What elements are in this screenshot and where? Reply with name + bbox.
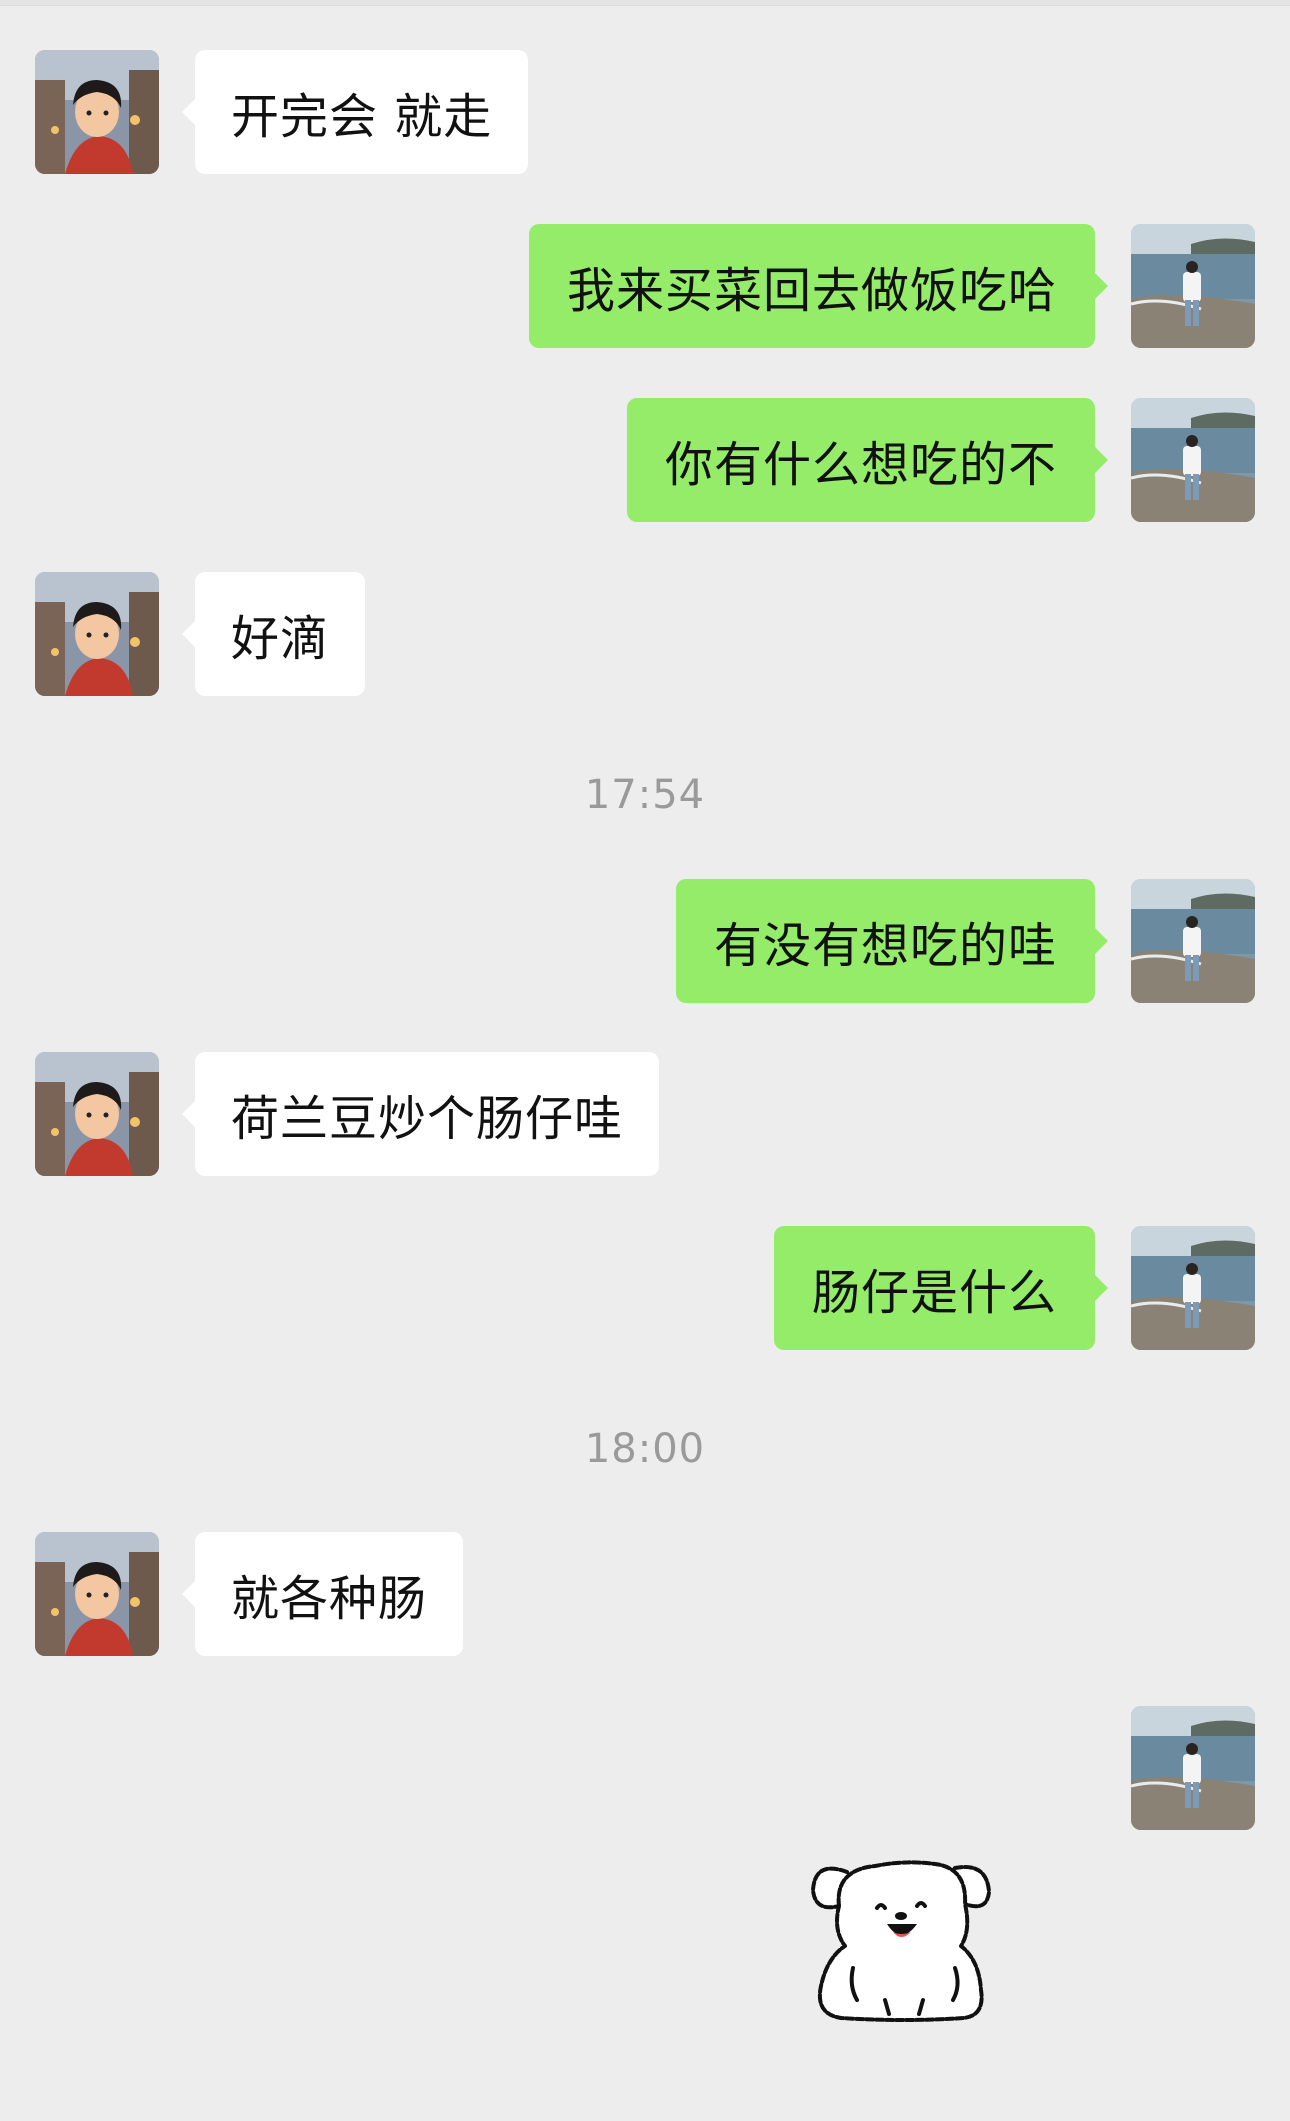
self-avatar[interactable] <box>1131 398 1255 522</box>
message-timestamp: 18:00 <box>584 1426 706 1472</box>
message-bubble-outgoing[interactable]: 你有什么想吃的不 <box>626 398 1109 522</box>
contact-avatar[interactable] <box>35 1532 159 1656</box>
contact-avatar[interactable] <box>35 50 159 174</box>
message-text: 好滴 <box>231 611 330 667</box>
message-bubble-incoming[interactable]: 荷兰豆炒个肠仔哇 <box>181 1052 660 1176</box>
top-divider <box>0 0 1290 6</box>
cartoon-boy-icon <box>35 50 159 174</box>
message-bubble-incoming[interactable]: 就各种肠 <box>181 1532 464 1656</box>
message-text: 开完会 就走 <box>231 89 493 145</box>
message-text: 有没有想吃的哇 <box>713 918 1057 974</box>
message-text: 荷兰豆炒个肠仔哇 <box>231 1091 624 1147</box>
message-text: 就各种肠 <box>231 1571 428 1627</box>
beach-walker-icon <box>1131 224 1255 348</box>
chat-screen: 开完会 就走 我来买菜回去做饭吃哈 你有什么想吃的不 好滴 17:54 有没有想… <box>0 0 1290 2121</box>
message-bubble-outgoing[interactable]: 肠仔是什么 <box>773 1226 1109 1350</box>
contact-avatar[interactable] <box>35 572 159 696</box>
message-bubble-outgoing[interactable]: 有没有想吃的哇 <box>675 879 1109 1003</box>
beach-walker-icon <box>1131 1226 1255 1350</box>
white-dog-sticker-icon <box>811 1860 991 2022</box>
message-timestamp: 17:54 <box>584 772 706 818</box>
cartoon-boy-icon <box>35 1532 159 1656</box>
cartoon-boy-icon <box>35 572 159 696</box>
message-text: 我来买菜回去做饭吃哈 <box>566 263 1057 319</box>
self-avatar[interactable] <box>1131 1706 1255 1830</box>
contact-avatar[interactable] <box>35 1052 159 1176</box>
beach-walker-icon <box>1131 879 1255 1003</box>
beach-walker-icon <box>1131 398 1255 522</box>
beach-walker-icon <box>1131 1706 1255 1830</box>
message-bubble-incoming[interactable]: 好滴 <box>181 572 366 696</box>
message-text: 肠仔是什么 <box>811 1265 1057 1321</box>
self-avatar[interactable] <box>1131 1226 1255 1350</box>
message-bubble-outgoing[interactable]: 我来买菜回去做饭吃哈 <box>528 224 1109 348</box>
message-bubble-incoming[interactable]: 开完会 就走 <box>181 50 529 174</box>
cartoon-boy-icon <box>35 1052 159 1176</box>
message-text: 你有什么想吃的不 <box>664 437 1057 493</box>
self-avatar[interactable] <box>1131 224 1255 348</box>
white-dog-sticker[interactable] <box>805 1850 1005 2030</box>
self-avatar[interactable] <box>1131 879 1255 1003</box>
